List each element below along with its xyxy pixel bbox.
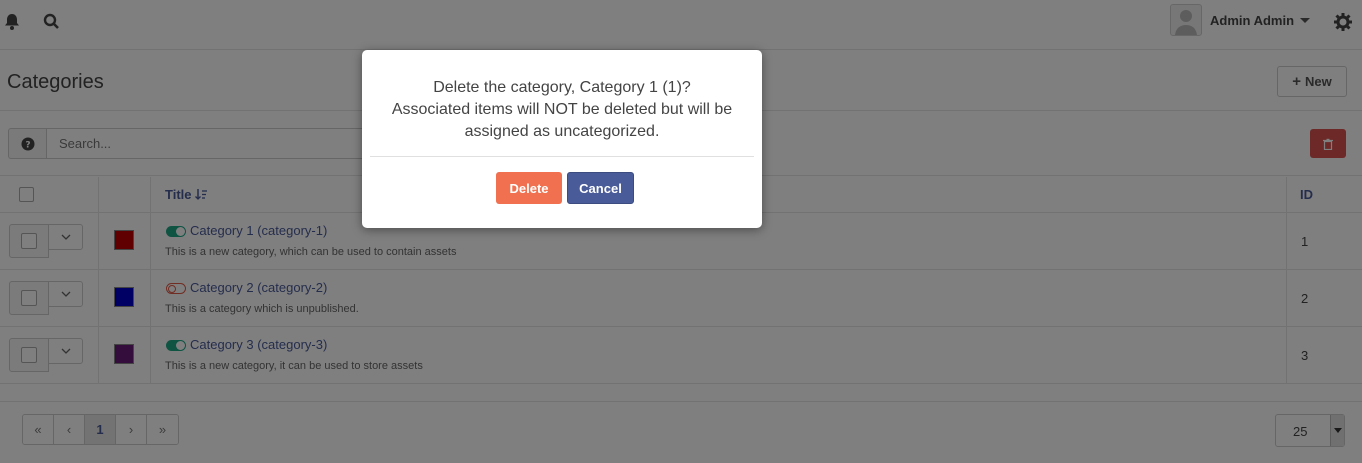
dialog-message-line1: Delete the category, Category 1 (1)? — [433, 79, 691, 96]
delete-confirm-dialog: Delete the category, Category 1 (1)? Ass… — [362, 50, 762, 228]
dialog-message-line2: Associated items will NOT be deleted but… — [391, 101, 733, 140]
delete-button[interactable]: Delete — [496, 172, 562, 204]
dialog-message: Delete the category, Category 1 (1)? Ass… — [362, 77, 762, 143]
cancel-button[interactable]: Cancel — [567, 172, 634, 204]
divider — [370, 156, 754, 157]
